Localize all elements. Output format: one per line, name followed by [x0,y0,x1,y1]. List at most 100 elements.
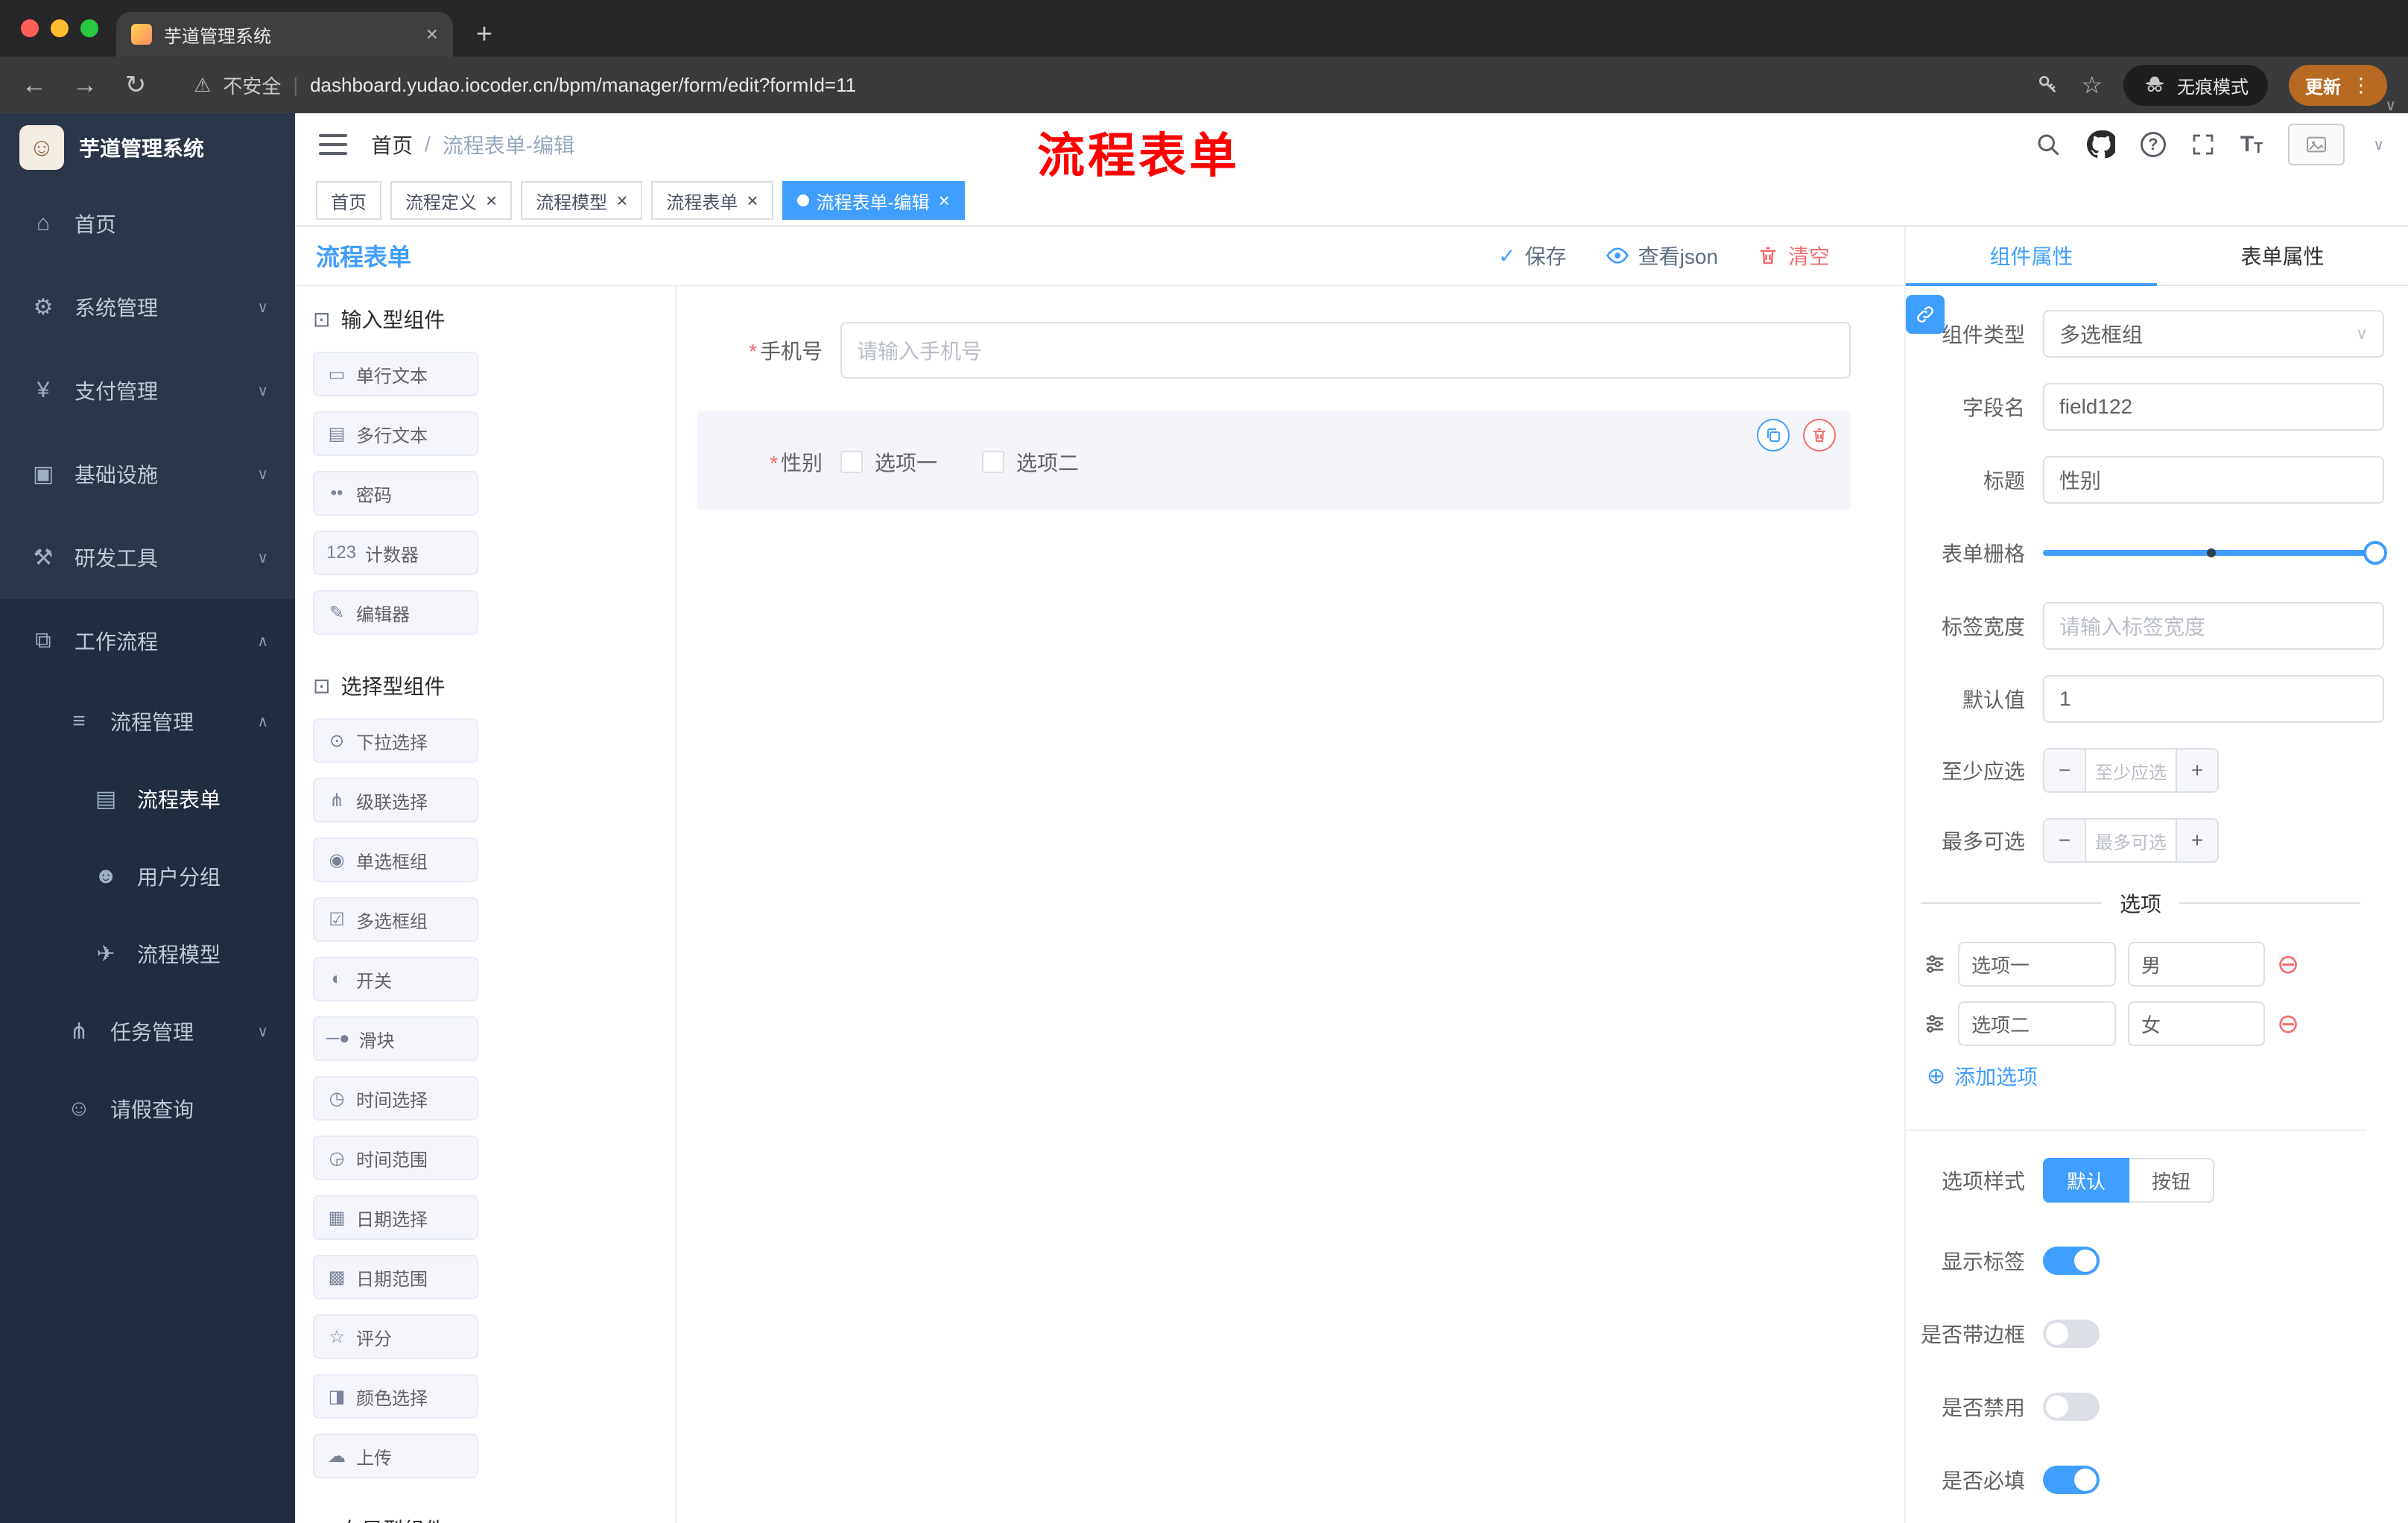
update-button[interactable]: 更新 ⋮ [2289,64,2387,106]
breadcrumb-home[interactable]: 首页 [371,130,413,159]
bookmark-star-icon[interactable]: ☆ [2081,73,2103,97]
window-minimize-button[interactable] [51,19,69,37]
search-icon[interactable] [2035,131,2062,158]
palette-component[interactable]: ─● 滑块 [313,1016,478,1061]
close-icon[interactable]: × [486,191,497,210]
sidebar-item[interactable]: ⋔ 任务管理 ∨ [0,992,295,1070]
sidebar-item[interactable]: ¥ 支付管理 ∨ [0,349,295,432]
checkbox-icon[interactable] [840,451,863,473]
sidebar-item[interactable]: ▣ 基础设施 ∨ [0,432,295,516]
avatar[interactable] [2288,124,2345,165]
sidebar-item[interactable]: ☻ 用户分组 [0,838,295,915]
max-select-input[interactable]: 最多可选 [2086,820,2176,861]
view-json-button[interactable]: 查看json [1606,241,1718,270]
minus-icon[interactable]: − [2044,820,2086,861]
min-select-input[interactable]: 至少应选 [2086,750,2176,791]
plus-icon[interactable]: + [2176,820,2217,861]
fullscreen-icon[interactable] [2191,133,2215,156]
delete-component-button[interactable] [1803,419,1836,452]
link-icon[interactable] [1906,295,1945,334]
palette-component[interactable]: ◷ 时间选择 [313,1076,478,1121]
close-icon[interactable]: × [747,191,758,210]
toggle-switch[interactable] [2043,1247,2100,1275]
remove-option-icon[interactable]: ⊖ [2277,1010,2299,1037]
plus-icon[interactable]: + [2176,750,2217,791]
title-input[interactable]: 性别 [2043,456,2384,504]
address-bar[interactable]: ⚠ 不安全 | dashboard.yudao.iocoder.cn/bpm/m… [194,72,2012,99]
palette-component[interactable]: ◉ 单选框组 [313,838,478,882]
palette-component[interactable]: ▭ 单行文本 [313,352,478,396]
tag[interactable]: 流程定义 × [390,181,513,220]
clear-button[interactable]: 清空 [1757,241,1830,270]
palette-component[interactable]: ▦ 日期选择 [313,1195,478,1240]
form-canvas[interactable]: * 手机号 请输入手机号 * 性别 选项一 选项二 [677,286,1904,1523]
grid-slider[interactable] [2043,529,2387,577]
slider-handle[interactable] [2363,541,2387,565]
help-icon[interactable]: ? [2140,132,2166,157]
font-size-icon[interactable]: TT [2240,132,2263,157]
close-icon[interactable]: × [939,191,950,210]
toggle-switch[interactable] [2043,1466,2100,1494]
option-value-input[interactable]: 男 [2128,942,2265,987]
sidebar-item[interactable]: ⚒ 研发工具 ∨ [0,516,295,599]
palette-component[interactable]: ✎ 编辑器 [313,590,478,635]
tab-component-props[interactable]: 组件属性 [1906,227,2157,286]
drag-handle-icon[interactable] [1924,953,1946,975]
option-label-input[interactable]: 选项二 [1958,1001,2116,1046]
sidebar-item[interactable]: ⧉ 工作流程 ∧ [0,599,295,683]
kebab-menu-icon[interactable]: ⋮ [2351,74,2371,97]
tag[interactable]: 流程表单 × [651,181,773,220]
palette-component[interactable]: ◶ 时间范围 [313,1136,478,1180]
palette-component[interactable]: ☆ 评分 [313,1314,478,1359]
phone-field[interactable]: * 手机号 请输入手机号 [697,322,1851,379]
checkbox-icon[interactable] [982,451,1005,473]
slider-track[interactable] [2043,541,2387,565]
minus-icon[interactable]: − [2044,750,2086,791]
toggle-switch[interactable] [2043,1393,2100,1421]
palette-component[interactable]: ▩ 日期范围 [313,1255,478,1299]
palette-component[interactable]: ◨ 颜色选择 [313,1374,478,1419]
new-tab-button[interactable]: + [465,15,504,54]
component-type-select[interactable]: 多选框组 ∨ [2043,310,2384,358]
style-default-button[interactable]: 默认 [2043,1158,2130,1203]
field-name-input[interactable]: field122 [2043,383,2384,431]
palette-component[interactable]: ▤ 多行文本 [313,411,478,456]
tag[interactable]: 流程模型 × [521,181,643,220]
style-button-button[interactable]: 按钮 [2129,1158,2215,1203]
tab-form-props[interactable]: 表单属性 [2157,227,2408,285]
add-option-button[interactable]: ⊕ 添加选项 [1927,1061,2384,1091]
sidebar-item[interactable]: ≡ 流程管理 ∧ [0,683,295,760]
tag[interactable]: 流程表单-编辑 × [782,181,965,220]
browser-tab[interactable]: 芋道管理系统 × [116,12,453,57]
palette-component[interactable]: ☑ 多选框组 [313,897,478,942]
palette-component[interactable]: •• 密码 [313,471,478,516]
close-icon[interactable]: × [616,191,627,210]
label-width-input[interactable]: 请输入标签宽度 [2043,602,2384,650]
phone-input[interactable]: 请输入手机号 [840,322,1851,379]
key-icon[interactable] [2036,73,2060,97]
checkbox-option[interactable]: 选项二 [982,447,1079,477]
save-button[interactable]: ✓ 保存 [1498,241,1566,270]
tab-close-icon[interactable]: × [426,24,438,45]
tag[interactable]: 首页 [316,181,381,220]
sidebar-item[interactable]: ⌂ 首页 [0,182,295,265]
sidebar-item[interactable]: ▤ 流程表单 [0,760,295,838]
forward-button[interactable]: → [72,71,98,100]
toolbar-chevron-icon[interactable]: ∨ [2385,96,2396,115]
drag-handle-icon[interactable] [1924,1013,1946,1035]
remove-option-icon[interactable]: ⊖ [2277,951,2299,978]
sidebar-item[interactable]: ✈ 流程模型 [0,915,295,992]
toggle-switch[interactable] [2043,1320,2100,1348]
sidebar-item[interactable]: ⚙ 系统管理 ∨ [0,265,295,349]
palette-component[interactable]: ⋔ 级联选择 [313,778,478,823]
window-close-button[interactable] [21,19,39,37]
back-button[interactable]: ← [21,71,48,100]
palette-component[interactable]: ☁ 上传 [313,1434,478,1478]
palette-component[interactable]: ◐ 开关 [313,957,478,1001]
option-label-input[interactable]: 选项一 [1958,942,2116,987]
min-select-stepper[interactable]: − 至少应选 + [2043,748,2219,793]
github-icon[interactable] [2086,130,2115,159]
window-zoom-button[interactable] [80,19,98,37]
max-select-stepper[interactable]: − 最多可选 + [2043,818,2219,863]
palette-component[interactable]: 123 计数器 [313,531,478,575]
